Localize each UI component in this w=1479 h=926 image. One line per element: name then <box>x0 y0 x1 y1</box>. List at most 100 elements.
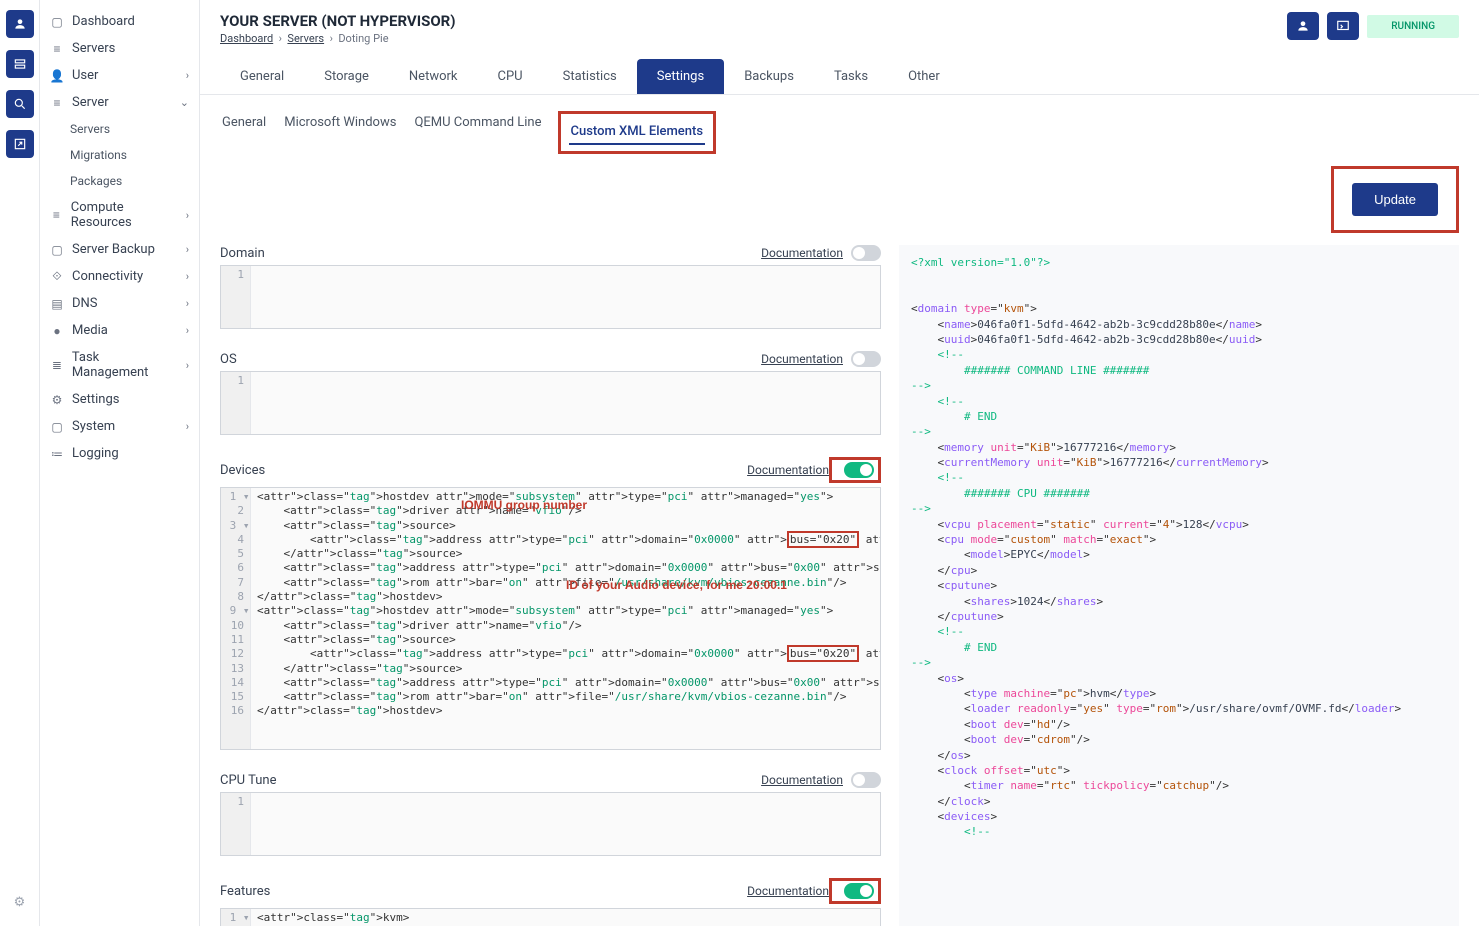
sidebar-item-system[interactable]: ▢System› <box>40 413 199 440</box>
doc-link-os[interactable]: Documentation <box>761 352 843 366</box>
rail-users-icon[interactable] <box>6 10 34 38</box>
sidebar-item-compute-resources[interactable]: ≡Compute Resources› <box>40 194 199 236</box>
chevron-icon: › <box>186 270 189 283</box>
sidebar-icon: ⚙ <box>50 393 64 407</box>
sidebar-item-dashboard[interactable]: ▢Dashboard <box>40 8 199 35</box>
sub-tabs: General Microsoft Windows QEMU Command Lin… <box>220 111 716 154</box>
sidebar-icon: ● <box>50 324 64 338</box>
main: YOUR SERVER (NOT HYPERVISOR) Dashboard ›… <box>200 0 1479 926</box>
toggle-cpu[interactable] <box>851 772 881 788</box>
chevron-icon: › <box>186 297 189 310</box>
chevron-icon: › <box>186 324 189 337</box>
page-title: YOUR SERVER (NOT HYPERVISOR) <box>220 12 456 30</box>
gutter: 1 ▾ 2 3 <box>221 909 251 926</box>
doc-link-devices[interactable]: Documentation <box>747 463 829 477</box>
status-badge: RUNNING <box>1367 15 1459 38</box>
sidebar-item-servers[interactable]: ≡Servers <box>40 35 199 62</box>
editor-cpu[interactable]: 1 <box>220 792 881 856</box>
update-button[interactable]: Update <box>1352 183 1438 216</box>
subtab-general[interactable]: General <box>220 111 268 154</box>
sidebar-item-server[interactable]: ≡Server⌄ <box>40 89 199 116</box>
section-devices: Devices Documentation 1 ▾ 2 3 ▾ 4 5 6 7 … <box>220 457 881 750</box>
toggle-os[interactable] <box>851 351 881 367</box>
section-title-devices: Devices <box>220 463 265 478</box>
rail-external-icon[interactable] <box>6 130 34 158</box>
sidebar-item-media[interactable]: ●Media› <box>40 317 199 344</box>
console-button[interactable] <box>1327 12 1359 40</box>
sidebar-icon: ≡ <box>50 42 64 56</box>
sidebar-item-server-backup[interactable]: ▢Server Backup› <box>40 236 199 263</box>
breadcrumb: Dashboard › Servers › Doting Pie <box>220 32 456 45</box>
chevron-icon: › <box>186 209 189 222</box>
breadcrumb-current: Doting Pie <box>338 32 388 45</box>
breadcrumb-servers[interactable]: Servers <box>287 32 324 45</box>
sidebar-sub-packages[interactable]: Packages <box>40 168 199 194</box>
sidebar: ▢Dashboard≡Servers👤User›≡Server⌄ServersM… <box>40 0 200 926</box>
section-domain: Domain Documentation 1 <box>220 245 881 329</box>
toggle-features[interactable] <box>844 883 874 899</box>
sidebar-icon: ▢ <box>50 243 64 257</box>
section-title-cpu: CPU Tune <box>220 773 276 788</box>
code[interactable] <box>251 266 880 328</box>
editor-domain[interactable]: 1 <box>220 265 881 329</box>
annotation-iommu: IOMMU group number <box>461 498 587 514</box>
sidebar-item-settings[interactable]: ⚙Settings <box>40 386 199 413</box>
toggle-devices[interactable] <box>844 462 874 478</box>
sidebar-sub-migrations[interactable]: Migrations <box>40 142 199 168</box>
rail-settings-icon[interactable]: ⚙ <box>14 895 26 910</box>
rail-stack-icon[interactable] <box>6 50 34 78</box>
sidebar-icon: ▢ <box>50 15 64 29</box>
tab-network[interactable]: Network <box>389 59 478 94</box>
section-title-domain: Domain <box>220 246 265 261</box>
tab-backups[interactable]: Backups <box>724 59 814 94</box>
sidebar-item-user[interactable]: 👤User› <box>40 62 199 89</box>
gutter: 1 <box>221 266 251 328</box>
code[interactable] <box>251 372 880 434</box>
section-features: Features Documentation 1 ▾ 2 3 <attr">cl… <box>220 878 881 926</box>
sidebar-icon: ≡ <box>50 208 63 222</box>
tab-storage[interactable]: Storage <box>304 59 389 94</box>
section-title-os: OS <box>220 352 237 367</box>
breadcrumb-dashboard[interactable]: Dashboard <box>220 32 273 45</box>
section-cpu: CPU Tune Documentation 1 <box>220 772 881 856</box>
chevron-icon: › <box>186 420 189 433</box>
chevron-icon: › <box>186 243 189 256</box>
xml-preview: <?xml version="1.0"?> <domain type="kvm"… <box>899 245 1459 926</box>
user-button[interactable] <box>1287 12 1319 40</box>
chevron-icon: › <box>186 69 189 82</box>
rail-search-icon[interactable] <box>6 90 34 118</box>
doc-link-features[interactable]: Documentation <box>747 884 829 898</box>
sidebar-sub-servers[interactable]: Servers <box>40 116 199 142</box>
sidebar-item-connectivity[interactable]: ⟐Connectivity› <box>40 263 199 290</box>
tab-other[interactable]: Other <box>888 59 960 94</box>
tab-general[interactable]: General <box>220 59 304 94</box>
doc-link-domain[interactable]: Documentation <box>761 246 843 260</box>
tab-statistics[interactable]: Statistics <box>543 59 637 94</box>
subtab-custom-xml-elements[interactable]: Custom XML Elements <box>569 120 706 145</box>
section-title-features: Features <box>220 884 270 899</box>
section-os: OS Documentation 1 <box>220 351 881 435</box>
sidebar-item-logging[interactable]: ≔Logging <box>40 440 199 467</box>
code[interactable] <box>251 793 880 855</box>
doc-link-cpu[interactable]: Documentation <box>761 773 843 787</box>
sidebar-icon: ≣ <box>50 358 64 372</box>
sidebar-item-task-management[interactable]: ≣Task Management› <box>40 344 199 386</box>
gutter: 1 ▾ 2 3 ▾ 4 5 6 7 8 9 ▾ 10 11 12 13 14 1… <box>221 488 251 749</box>
subtab-qemu-command-line[interactable]: QEMU Command Line <box>412 111 543 154</box>
annotation-audio: ID of your Audio device, for me 20:00.1 <box>566 578 787 594</box>
editor-devices[interactable]: 1 ▾ 2 3 ▾ 4 5 6 7 8 9 ▾ 10 11 12 13 14 1… <box>220 487 881 750</box>
tab-tasks[interactable]: Tasks <box>814 59 888 94</box>
sidebar-icon: ▢ <box>50 420 64 434</box>
editor-os[interactable]: 1 <box>220 371 881 435</box>
editor-features[interactable]: 1 ▾ 2 3 <attr">class="tag">kvm> <attr">c… <box>220 908 881 926</box>
tab-cpu[interactable]: CPU <box>478 59 543 94</box>
top-tabs: GeneralStorageNetworkCPUStatisticsSettin… <box>220 59 1459 94</box>
subtab-microsoft-windows[interactable]: Microsoft Windows <box>282 111 398 154</box>
code[interactable]: <attr">class="tag">kvm> <attr">class="ta… <box>251 909 880 926</box>
sidebar-item-dns[interactable]: ▤DNS› <box>40 290 199 317</box>
tab-settings[interactable]: Settings <box>637 59 724 94</box>
sidebar-icon: ⟐ <box>50 270 64 284</box>
code[interactable]: <attr">class="tag">hostdev attr">mode="s… <box>251 488 880 749</box>
sidebar-icon: ≡ <box>50 96 64 110</box>
toggle-domain[interactable] <box>851 245 881 261</box>
